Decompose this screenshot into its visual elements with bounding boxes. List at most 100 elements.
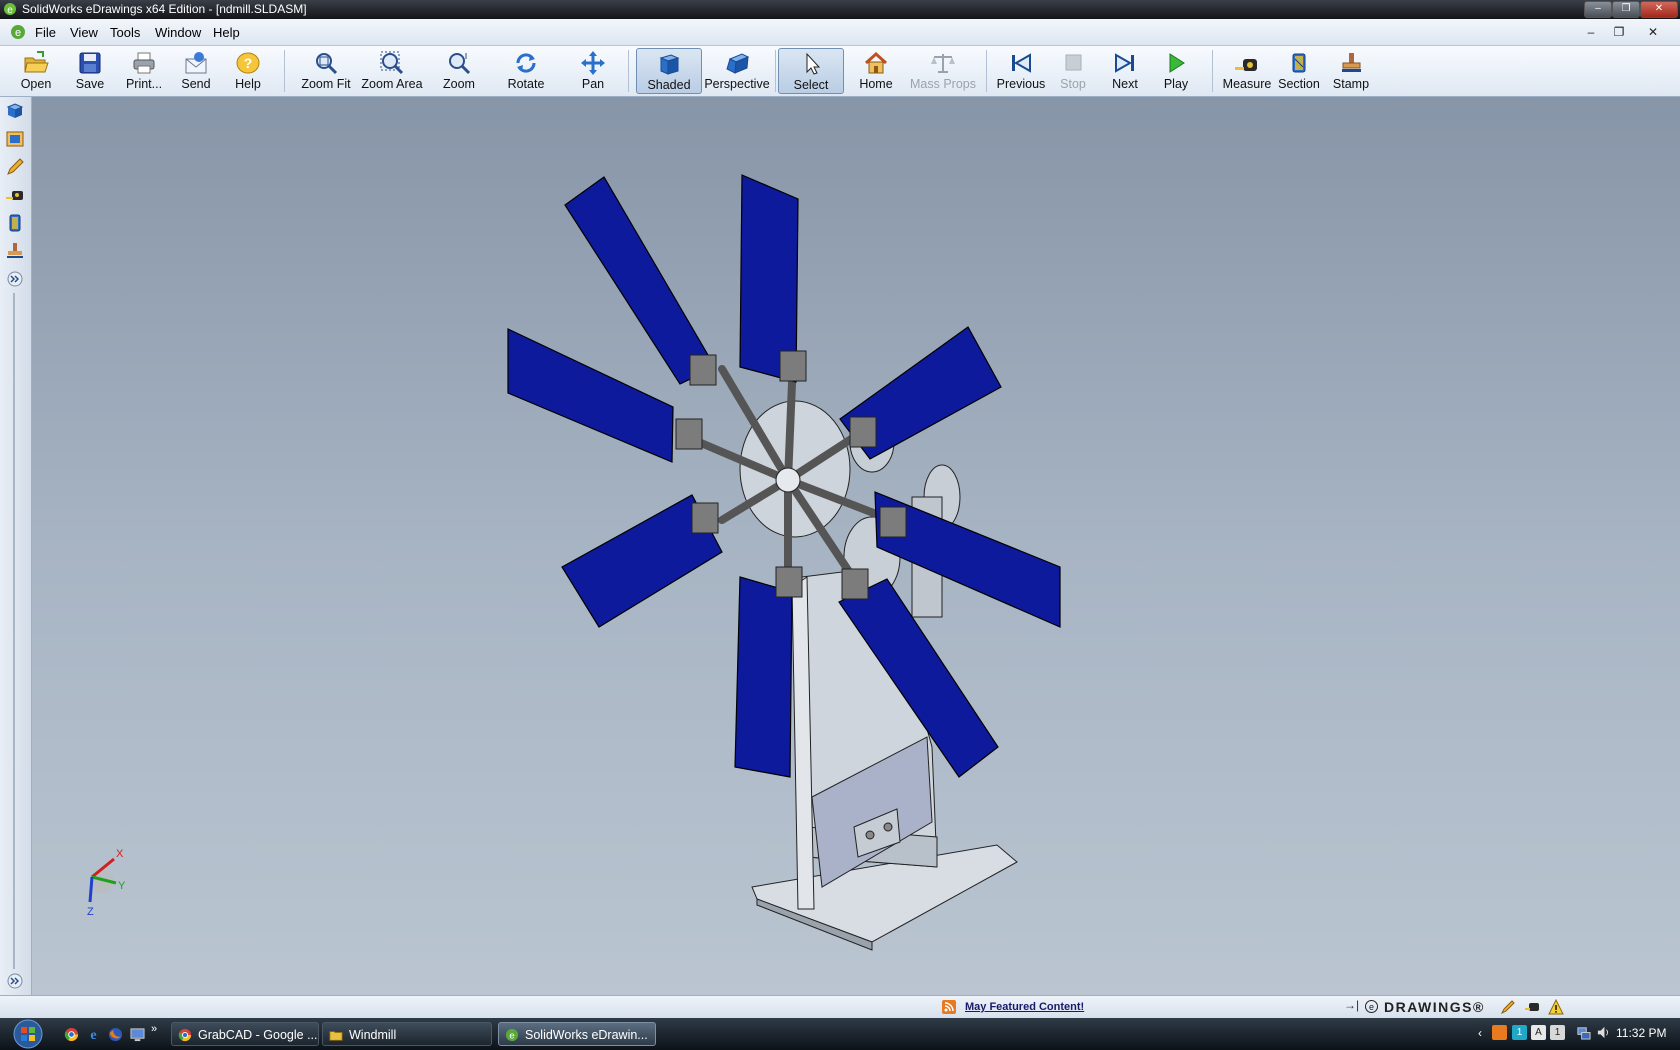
perspective-button[interactable]: Perspective <box>704 48 770 94</box>
menu-window[interactable]: Window <box>155 25 201 40</box>
volume-icon[interactable] <box>1596 1025 1611 1040</box>
tray-app-icon[interactable]: A <box>1531 1025 1546 1040</box>
graphics-viewport[interactable]: X Y Z <box>32 97 1680 995</box>
pan-label: Pan <box>581 77 605 91</box>
menu-file[interactable]: File <box>35 25 56 40</box>
minimize-window-button[interactable]: – <box>1584 1 1612 18</box>
previous-label: Previous <box>996 77 1046 91</box>
zoom-magnifier-icon <box>449 53 471 75</box>
windows-taskbar: e » GrabCAD - Google ... Windmill e Soli… <box>0 1018 1680 1050</box>
svg-text:e: e <box>1369 1002 1374 1012</box>
stamp-tool-icon[interactable] <box>5 241 25 261</box>
menu-view[interactable]: View <box>70 25 98 40</box>
restore-window-button[interactable]: ❐ <box>1612 1 1640 18</box>
stamp-button[interactable]: Stamp <box>1326 48 1376 94</box>
tray-app-icon[interactable] <box>1492 1025 1507 1040</box>
open-button[interactable]: Open <box>10 48 62 94</box>
select-label: Select <box>793 78 829 92</box>
stamp-label: Stamp <box>1332 77 1370 91</box>
select-button[interactable]: Select <box>778 48 844 94</box>
taskbar-item-solidworks[interactable]: e SolidWorks eDrawin... <box>498 1022 656 1046</box>
stop-button[interactable]: Stop <box>1050 48 1096 94</box>
bolt <box>883 822 893 832</box>
close-window-button[interactable]: ✕ <box>1640 1 1678 18</box>
axis-y-label: Y <box>118 880 126 892</box>
next-icon <box>1115 53 1134 73</box>
perspective-label: Perspective <box>704 77 770 91</box>
expand-chevron-icon[interactable] <box>5 269 25 289</box>
next-button[interactable]: Next <box>1100 48 1150 94</box>
taskbar-clock[interactable]: 11:32 PM <box>1616 1026 1666 1040</box>
toolbar-separator <box>1212 50 1213 92</box>
doc-close-button[interactable]: ✕ <box>1642 25 1664 39</box>
section-plane-icon <box>1292 53 1306 73</box>
zoom-fit-button[interactable]: Zoom Fit <box>296 48 356 94</box>
zoom-area-label: Zoom Area <box>361 77 423 91</box>
side-panel-toolbar <box>0 97 32 995</box>
firefox-icon[interactable] <box>108 1027 123 1042</box>
windmill-model[interactable]: X Y Z <box>32 97 1680 995</box>
home-label: Home <box>859 77 893 91</box>
markup-pencil-status-icon[interactable] <box>1500 999 1516 1015</box>
taskbar-item-windmill[interactable]: Windmill <box>322 1022 492 1046</box>
rotate-button[interactable]: Rotate <box>500 48 552 94</box>
help-label: Help <box>235 77 261 91</box>
section-tool-icon[interactable] <box>5 213 25 233</box>
taskbar-item-label: Windmill <box>349 1028 397 1042</box>
measure-button[interactable]: Measure <box>1220 48 1274 94</box>
rotate-arrows-icon <box>516 53 536 73</box>
help-button[interactable]: ? Help <box>222 48 274 94</box>
tray-app-icon[interactable]: 1 <box>1550 1025 1565 1040</box>
play-triangle-icon <box>1169 53 1185 73</box>
previous-button[interactable]: Previous <box>994 48 1048 94</box>
warning-triangle-icon[interactable] <box>1548 999 1564 1015</box>
show-desktop-icon[interactable] <box>130 1027 145 1042</box>
tray-app-icon[interactable]: 1 <box>1512 1025 1527 1040</box>
chrome-icon[interactable] <box>64 1027 79 1042</box>
send-button[interactable]: Send <box>170 48 222 94</box>
svg-text:e: e <box>90 1027 96 1042</box>
measure-status-icon[interactable] <box>1524 999 1540 1015</box>
doc-minimize-button[interactable]: – <box>1580 25 1602 39</box>
mass-props-button[interactable]: Mass Props <box>908 48 978 94</box>
sheets-icon[interactable] <box>5 129 25 149</box>
pan-button[interactable]: Pan <box>567 48 619 94</box>
menu-tools[interactable]: Tools <box>110 25 140 40</box>
zoom-fit-icon <box>316 53 338 75</box>
stop-label: Stop <box>1060 77 1086 91</box>
panel-splitter[interactable] <box>13 293 15 969</box>
menu-help[interactable]: Help <box>213 25 240 40</box>
tray-expand-icon[interactable]: ‹ <box>1478 1026 1482 1040</box>
svg-text:e: e <box>7 5 13 16</box>
markup-pencil-icon[interactable] <box>5 157 25 177</box>
zoom-button[interactable]: Zoom <box>433 48 485 94</box>
components-icon[interactable] <box>5 101 25 121</box>
home-button[interactable]: Home <box>850 48 902 94</box>
save-button[interactable]: Save <box>64 48 116 94</box>
network-icon[interactable] <box>1576 1025 1591 1040</box>
play-button[interactable]: Play <box>1152 48 1200 94</box>
internet-explorer-icon[interactable]: e <box>86 1027 101 1042</box>
measure-tool-icon[interactable] <box>5 185 25 205</box>
doc-restore-button[interactable]: ❐ <box>1608 25 1630 39</box>
taskbar-item-grabcad[interactable]: GrabCAD - Google ... <box>171 1022 319 1046</box>
start-orb-icon[interactable] <box>8 1019 48 1049</box>
print-button[interactable]: Print... <box>118 48 170 94</box>
stamp-icon <box>1342 53 1361 72</box>
zoom-area-button[interactable]: Zoom Area <box>358 48 426 94</box>
stop-square-icon <box>1065 54 1082 71</box>
section-button[interactable]: Section <box>1274 48 1324 94</box>
folder-icon <box>329 1031 343 1041</box>
svg-text:?: ? <box>244 55 253 71</box>
shaded-button[interactable]: Shaded <box>636 48 702 94</box>
scales-icon <box>931 54 955 73</box>
print-label: Print... <box>125 77 163 91</box>
expand-panel-chevron-icon[interactable] <box>5 971 25 991</box>
zoom-fit-label: Zoom Fit <box>301 77 351 91</box>
quick-launch-overflow-icon[interactable]: » <box>151 1023 157 1035</box>
shaded-label: Shaded <box>647 78 691 92</box>
featured-content-link[interactable]: May Featured Content! <box>965 1001 1084 1013</box>
brand-drawings: DRAWINGS® <box>1384 999 1485 1015</box>
edrawings-logo-icon: e <box>1365 1000 1378 1013</box>
menu-bar: e File View Tools Window Help – ❐ ✕ <box>0 19 1680 46</box>
